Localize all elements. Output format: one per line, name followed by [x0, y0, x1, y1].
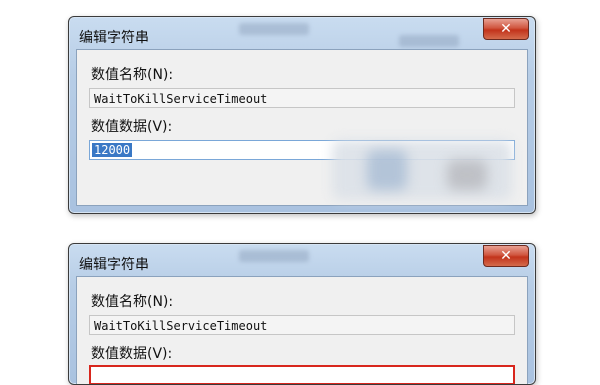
background-blur — [239, 23, 309, 35]
value-name-field[interactable]: WaitToKillServiceTimeout — [89, 88, 515, 108]
blur-overlay — [367, 150, 407, 190]
dialog-title: 编辑字符串 — [79, 257, 149, 273]
value-data-input[interactable] — [89, 365, 515, 384]
value-data-label: 数值数据(V): — [91, 119, 173, 135]
close-button[interactable]: ✕ — [483, 245, 529, 267]
value-name-field[interactable]: WaitToKillServiceTimeout — [89, 315, 515, 335]
value-name-label: 数值名称(N): — [91, 294, 174, 310]
edit-string-dialog: 编辑字符串 ✕ 数值名称(N): WaitToKillServiceTimeou… — [68, 243, 536, 385]
dialog-title: 编辑字符串 — [79, 30, 149, 46]
title-bar[interactable]: 编辑字符串 ✕ — [69, 17, 535, 49]
dialog-body: 数值名称(N): WaitToKillServiceTimeout 数值数据(V… — [76, 49, 528, 206]
title-bar[interactable]: 编辑字符串 ✕ — [69, 244, 535, 276]
close-icon: ✕ — [500, 248, 512, 264]
selected-text: 12000 — [92, 143, 133, 157]
background-blur — [399, 35, 459, 47]
dialog-body: 数值名称(N): WaitToKillServiceTimeout 数值数据(V… — [76, 276, 528, 384]
background-blur — [239, 250, 309, 262]
value-data-label: 数值数据(V): — [91, 346, 173, 362]
value-name-label: 数值名称(N): — [91, 67, 174, 83]
close-button[interactable]: ✕ — [483, 18, 529, 40]
close-icon: ✕ — [500, 21, 512, 37]
blur-overlay — [447, 160, 487, 190]
edit-string-dialog: 编辑字符串 ✕ 数值名称(N): WaitToKillServiceTimeou… — [68, 16, 536, 214]
